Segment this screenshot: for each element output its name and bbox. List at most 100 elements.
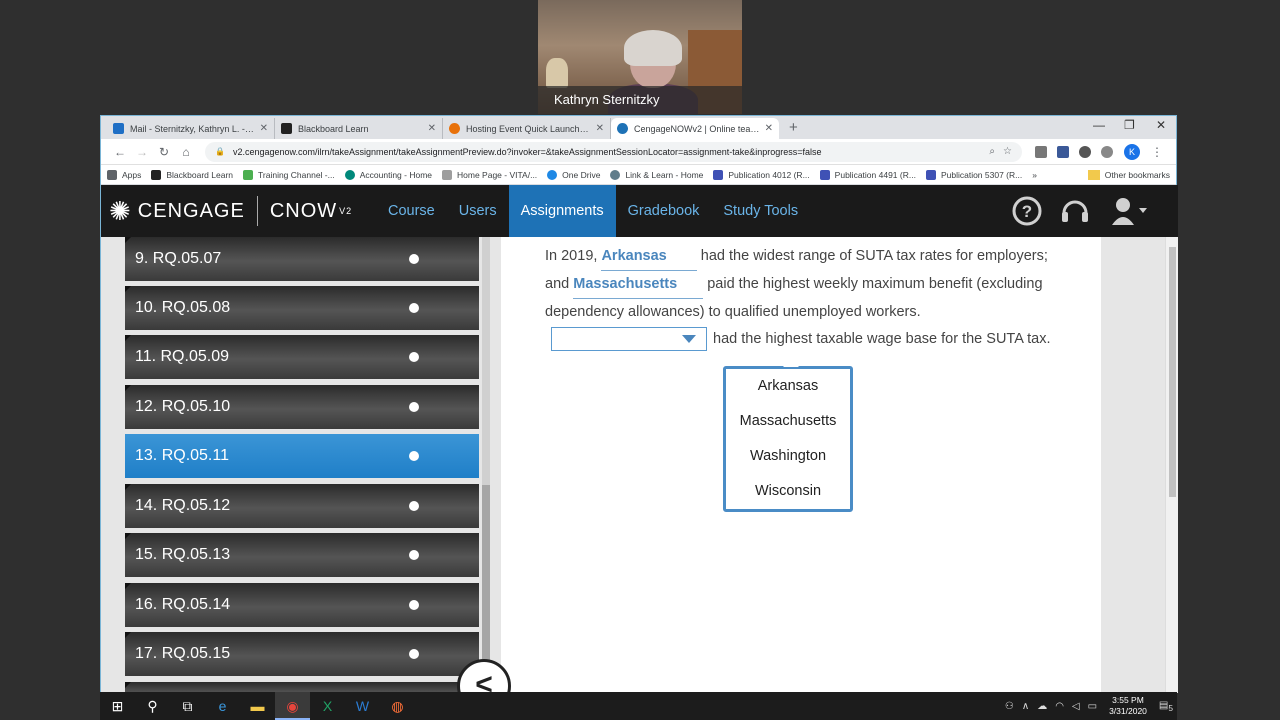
question-item[interactable]: 9. RQ.05.07 bbox=[125, 237, 479, 281]
bookmark-vita[interactable]: Home Page - VITA/... bbox=[442, 169, 537, 180]
bookmark-pub4012[interactable]: Publication 4012 (R... bbox=[713, 169, 810, 180]
scrollbar-thumb[interactable] bbox=[482, 485, 490, 685]
bookmark-star-icon[interactable]: ☆ bbox=[1003, 146, 1012, 157]
close-icon[interactable]: ✕ bbox=[596, 123, 604, 134]
nav-users[interactable]: Users bbox=[447, 185, 509, 237]
dropdown-option-washington[interactable]: Washington bbox=[726, 439, 850, 474]
windows-taskbar: ⊞ ⚲ ⧉ e ▬ ◉ X W ◍ ⚇ ∧ ☁ ◠ ◁ ▭ 3:55 PM 3/… bbox=[100, 692, 1177, 720]
lamp bbox=[546, 58, 568, 88]
firefox-icon[interactable]: ◍ bbox=[380, 692, 415, 720]
facebook-icon[interactable] bbox=[1057, 145, 1069, 158]
product-version: V2 bbox=[339, 206, 353, 216]
search-icon[interactable]: ⚲ bbox=[135, 692, 170, 720]
volume-icon[interactable]: ◁ bbox=[1072, 701, 1080, 712]
bookmark-blackboard[interactable]: Blackboard Learn bbox=[151, 169, 233, 180]
dropdown-option-massachusetts[interactable]: Massachusetts bbox=[726, 404, 850, 439]
word-icon[interactable]: W bbox=[345, 692, 380, 720]
folder-icon bbox=[1087, 169, 1100, 180]
user-account-icon[interactable] bbox=[1109, 195, 1149, 233]
question-item[interactable]: 14. RQ.05.12 bbox=[125, 484, 479, 528]
answer-dropdown-3[interactable] bbox=[551, 327, 707, 352]
extension-icon[interactable] bbox=[1101, 145, 1113, 158]
maximize-icon[interactable]: ❐ bbox=[1124, 118, 1135, 132]
edge-icon[interactable]: e bbox=[205, 692, 240, 720]
clock-time: 3:55 PM bbox=[1112, 695, 1144, 705]
nav-assignments[interactable]: Assignments bbox=[508, 185, 616, 237]
nav-gradebook[interactable]: Gradebook bbox=[616, 185, 712, 237]
nav-course[interactable]: Course bbox=[376, 185, 447, 237]
tab-hosting-event[interactable]: Hosting Event Quick Launched E ✕ bbox=[443, 118, 611, 139]
question-item[interactable]: 15. RQ.05.13 bbox=[125, 533, 479, 577]
network-icon[interactable]: ◠ bbox=[1055, 701, 1064, 712]
clock[interactable]: 3:55 PM 3/31/2020 bbox=[1109, 695, 1147, 717]
people-icon[interactable]: ⚇ bbox=[1005, 701, 1014, 712]
browser-window: Mail - Sternitzky, Kathryn L. - Outl ✕ B… bbox=[100, 115, 1178, 713]
bookmark-apps[interactable]: Apps bbox=[107, 169, 141, 180]
chrome-icon[interactable]: ◉ bbox=[275, 692, 310, 720]
tab-mail[interactable]: Mail - Sternitzky, Kathryn L. - Outl ✕ bbox=[107, 118, 275, 139]
scrollbar-thumb[interactable] bbox=[1169, 247, 1176, 497]
menu-kebab-icon[interactable]: ⋮ bbox=[1146, 145, 1168, 159]
tab-cengage[interactable]: CengageNOWv2 | Online teachin ✕ bbox=[611, 118, 779, 139]
notification-icon[interactable]: ▤5 bbox=[1159, 700, 1173, 713]
bookmark-accounting[interactable]: Accounting - Home bbox=[344, 169, 432, 180]
cengage-logo[interactable]: ✺ CENGAGE CNOW V2 bbox=[101, 185, 376, 237]
bookmark-training[interactable]: Training Channel -... bbox=[243, 169, 335, 180]
question-item[interactable]: 17. RQ.05.15 bbox=[125, 632, 479, 676]
extension-icon[interactable] bbox=[1079, 145, 1091, 158]
new-tab-icon[interactable]: + bbox=[789, 119, 798, 136]
sidebar-scrollbar[interactable] bbox=[482, 237, 490, 693]
bookmark-link-learn[interactable]: Link & Learn - Home bbox=[610, 169, 703, 180]
question-item[interactable]: 10. RQ.05.08 bbox=[125, 286, 479, 330]
excel-icon[interactable]: X bbox=[310, 692, 345, 720]
bookmark-pub4491[interactable]: Publication 4491 (R... bbox=[819, 169, 916, 180]
irs-icon bbox=[713, 169, 724, 180]
keyboard-icon[interactable]: ▭ bbox=[1088, 701, 1097, 712]
globe-icon bbox=[610, 169, 621, 180]
onedrive-icon[interactable]: ☁ bbox=[1037, 701, 1047, 712]
tab-blackboard[interactable]: Blackboard Learn ✕ bbox=[275, 118, 443, 139]
forward-icon[interactable]: → bbox=[131, 145, 153, 159]
question-label: 9. RQ.05.07 bbox=[135, 250, 222, 267]
page-scrollbar[interactable] bbox=[1165, 237, 1178, 693]
bookmark-pub5307[interactable]: Publication 5307 (R... bbox=[925, 169, 1022, 180]
close-icon[interactable]: ✕ bbox=[260, 123, 268, 134]
question-item[interactable]: 12. RQ.05.10 bbox=[125, 385, 479, 429]
home-icon[interactable]: ⌂ bbox=[175, 145, 197, 159]
help-icon[interactable]: ? bbox=[1011, 195, 1043, 233]
page-icon bbox=[442, 169, 453, 180]
nav-study-tools[interactable]: Study Tools bbox=[711, 185, 810, 237]
close-window-icon[interactable]: ✕ bbox=[1156, 118, 1166, 132]
profile-avatar[interactable]: K bbox=[1124, 143, 1140, 160]
chevron-up-icon[interactable]: ∧ bbox=[1022, 701, 1029, 712]
file-explorer-icon[interactable]: ▬ bbox=[240, 692, 275, 720]
support-headset-icon[interactable] bbox=[1059, 195, 1091, 233]
back-icon[interactable]: ← bbox=[109, 145, 131, 159]
cengage-icon bbox=[617, 123, 628, 134]
url-input[interactable]: 🔒 v2.cengagenow.com/ilrn/takeAssignment/… bbox=[205, 141, 1022, 162]
zoom-icon[interactable]: ⌕ bbox=[989, 146, 995, 157]
answer-blank-1[interactable]: Arkansas bbox=[601, 243, 697, 271]
reload-icon[interactable]: ↻ bbox=[153, 145, 175, 159]
extension-icon[interactable] bbox=[1035, 145, 1047, 158]
question-item[interactable]: 11. RQ.05.09 bbox=[125, 335, 479, 379]
answer-blank-2[interactable]: Massachusetts bbox=[573, 271, 704, 299]
training-icon bbox=[243, 169, 254, 180]
task-view-icon[interactable]: ⧉ bbox=[170, 692, 205, 720]
other-bookmarks[interactable]: Other bookmarks bbox=[1087, 169, 1170, 180]
windows-start-icon[interactable]: ⊞ bbox=[100, 692, 135, 720]
question-list: 9. RQ.05.07 10. RQ.05.08 11. RQ.05.09 12… bbox=[101, 237, 499, 693]
bookmark-onedrive[interactable]: One Drive bbox=[547, 169, 600, 180]
question-item-active[interactable]: 13. RQ.05.11 bbox=[125, 434, 479, 478]
question-item[interactable]: 16. RQ.05.14 bbox=[125, 583, 479, 627]
question-text: In 2019, Arkansas had the widest range o… bbox=[545, 243, 1065, 353]
tab-label: CengageNOWv2 | Online teachin bbox=[634, 123, 761, 134]
dropdown-option-arkansas[interactable]: Arkansas bbox=[726, 369, 850, 404]
close-icon[interactable]: ✕ bbox=[765, 123, 773, 134]
question-fragment: had the highest taxable wage base for th… bbox=[713, 331, 1051, 347]
dropdown-option-wisconsin[interactable]: Wisconsin bbox=[726, 474, 850, 509]
close-icon[interactable]: ✕ bbox=[428, 123, 436, 134]
clock-date: 3/31/2020 bbox=[1109, 706, 1147, 716]
minimize-icon[interactable]: — bbox=[1093, 118, 1105, 132]
bookmarks-overflow[interactable]: » bbox=[1032, 170, 1037, 180]
